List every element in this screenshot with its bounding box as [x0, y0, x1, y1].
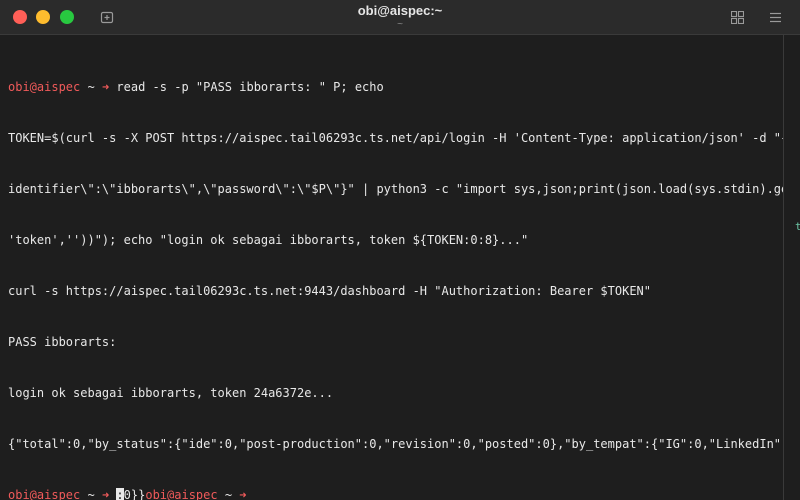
adjacent-pane-fragment: t	[795, 220, 800, 233]
terminal-line: login ok sebagai ibborarts, token 24a637…	[8, 386, 334, 400]
prompt-arrow-icon: ➜	[101, 80, 110, 94]
terminal-window: obi@aispec:~ ~ obi@aispec ~ ➜ read -s -p…	[0, 0, 800, 500]
prompt-directory: ~	[87, 488, 95, 500]
terminal-line: obi@aispec ~ ➜ :0}}obi@aispec ~ ➜	[8, 487, 783, 500]
prompt-user: obi@aispec	[8, 488, 81, 500]
terminal-output[interactable]: obi@aispec ~ ➜ read -s -p "PASS ibborart…	[0, 35, 783, 500]
cursor-trailing-text: 0}}	[123, 488, 146, 500]
terminal-line: obi@aispec ~ ➜ read -s -p "PASS ibborart…	[8, 79, 783, 96]
hamburger-menu-icon[interactable]	[769, 11, 782, 24]
prompt-directory: ~	[87, 80, 95, 94]
terminal-line: identifier\":\"ibborarts\",\"password\":…	[8, 182, 783, 196]
terminal-line: TOKEN=$(curl -s -X POST https://aispec.t…	[8, 131, 783, 145]
prompt-user: obi@aispec	[145, 488, 218, 500]
prompt-arrow-icon: ➜	[239, 488, 247, 500]
terminal-line: 'token',''))"); echo "login ok sebagai i…	[8, 233, 529, 247]
window-title: obi@aispec:~	[357, 3, 443, 18]
tab-overview-icon[interactable]	[731, 11, 744, 24]
terminal-line: PASS ibborarts:	[8, 335, 117, 349]
window-subtitle: ~	[397, 19, 403, 30]
title-bar[interactable]: obi@aispec:~ ~	[0, 0, 800, 35]
terminal-line: {"total":0,"by_status":{"ide":0,"post-pr…	[8, 437, 783, 451]
prompt-directory: ~	[224, 488, 233, 500]
text-cursor: :	[116, 488, 124, 500]
prompt-user: obi@aispec	[8, 80, 81, 94]
terminal-line: curl -s https://aispec.tail06293c.ts.net…	[8, 284, 651, 298]
scrollbar-divider[interactable]	[783, 35, 784, 500]
prompt-arrow-icon: ➜	[101, 488, 110, 500]
command-text: read -s -p "PASS ibborarts: " P; echo	[116, 80, 384, 94]
